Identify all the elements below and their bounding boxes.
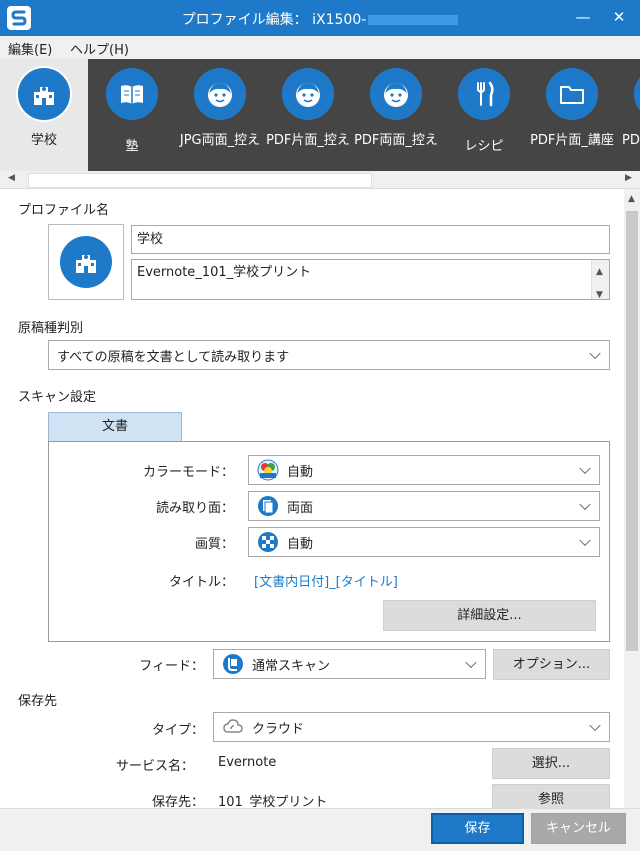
service-name-value: Evernote (218, 755, 277, 770)
profile-tile-partial[interactable]: PD (616, 59, 640, 171)
scroll-right-icon[interactable]: ▶ (625, 173, 632, 183)
face-icon (208, 83, 232, 107)
school-icon (76, 255, 96, 273)
chevron-down-icon (579, 462, 591, 475)
save-type-value: クラウド (252, 721, 305, 737)
fork-knife-icon (477, 81, 494, 107)
scroll-up-icon[interactable]: ▲ (596, 263, 603, 281)
profile-icon-picker[interactable] (48, 224, 124, 300)
profile-label: PD (622, 133, 640, 148)
type-label: タイプ： (151, 723, 204, 738)
scrollbar-thumb[interactable] (28, 173, 372, 188)
select-service-button[interactable]: 選択... (492, 748, 610, 779)
textarea-scrollbar[interactable]: ▲ ▼ (591, 260, 609, 300)
chevron-down-icon (579, 534, 591, 547)
title-format-link[interactable]: [文書内日付]_[タイトル] (254, 571, 398, 590)
feed-label: フィード： (139, 659, 204, 674)
vertical-scrollbar[interactable]: ▲ (624, 189, 640, 809)
profile-label: PDF片面_控え (266, 133, 350, 148)
document-type-value: すべての原稿を文書として読み取ります (57, 349, 290, 365)
title-label: タイトル： (168, 575, 234, 590)
tab-document[interactable]: 文書 (48, 412, 182, 441)
profile-tile-pdf-course[interactable]: PDF片面_講座 (528, 59, 616, 171)
window-title: プロファイル編集： iX1500- (181, 12, 367, 28)
scan-settings-heading: スキャン設定 (18, 390, 97, 405)
book-icon (121, 85, 143, 104)
title-bar: プロファイル編集： iX1500- — ✕ (0, 0, 640, 36)
chevron-down-icon (589, 719, 601, 732)
scroll-left-icon[interactable]: ◀ (8, 173, 15, 183)
quality-auto-icon (258, 532, 278, 552)
face-icon (296, 83, 320, 107)
document-type-dropdown[interactable]: すべての原稿を文書として読み取ります (48, 340, 610, 370)
profile-horizontal-scrollbar[interactable]: ◀ ▶ (0, 171, 640, 189)
chevron-down-icon (465, 656, 477, 669)
duplex-icon (258, 496, 278, 516)
profile-label: レシピ (464, 139, 504, 154)
profile-list: 学校 塾 JPG両面_控え PDF片面_控え PDF両面_控え レシピ PDF片… (0, 59, 640, 171)
detail-settings-button[interactable]: 詳細設定... (383, 600, 596, 631)
scan-side-value: 両面 (287, 500, 314, 516)
footer-bar: 保存 キャンセル (0, 808, 640, 851)
profile-comment-textarea[interactable]: Evernote_101_学校プリント ▲ ▼ (131, 259, 610, 300)
profile-tile-juku[interactable]: 塾 (88, 59, 176, 171)
scroll-up-icon[interactable]: ▲ (628, 194, 635, 204)
redacted-serial (368, 15, 459, 25)
feed-value: 通常スキャン (252, 658, 331, 674)
feed-icon (223, 654, 243, 674)
face-icon (384, 83, 408, 107)
cancel-button[interactable]: キャンセル (531, 813, 626, 844)
save-button[interactable]: 保存 (431, 813, 524, 844)
profile-label: 学校 (30, 133, 57, 148)
profile-label: PDF両面_控え (354, 133, 438, 148)
minimize-button[interactable]: — (572, 6, 594, 28)
menu-help[interactable]: ヘルプ(H) (70, 39, 129, 58)
chevron-down-icon (589, 347, 601, 360)
profile-tile-jpg-duplex[interactable]: JPG両面_控え (176, 59, 264, 171)
profile-name-input[interactable]: 学校 (131, 225, 610, 254)
scan-side-label: 読み取り面： (155, 501, 234, 516)
profile-tile-recipe[interactable]: レシピ (440, 59, 528, 171)
quality-dropdown[interactable]: 自動 (248, 527, 600, 557)
color-mode-value: 自動 (287, 464, 314, 480)
color-mode-label: カラーモード： (142, 465, 234, 480)
document-type-heading: 原稿種判別 (18, 321, 84, 336)
cloud-icon (223, 719, 243, 733)
scrollbar-thumb[interactable] (626, 211, 638, 651)
school-icon (34, 87, 54, 105)
menu-bar: 編集(E) ヘルプ(H) (0, 36, 640, 59)
save-to-heading: 保存先 (18, 694, 58, 709)
quality-label: 画質： (194, 537, 234, 552)
folder-icon (560, 86, 584, 104)
close-button[interactable]: ✕ (608, 6, 630, 28)
save-type-dropdown[interactable]: クラウド (213, 712, 610, 742)
profile-label: PDF片面_講座 (530, 133, 614, 148)
profile-comment-text: Evernote_101_学校プリント (137, 265, 312, 280)
color-mode-dropdown[interactable]: 自動 (248, 455, 600, 485)
profile-tile-school[interactable]: 学校 (0, 59, 88, 171)
quality-value: 自動 (287, 536, 314, 552)
profile-label: 塾 (125, 139, 139, 154)
scroll-down-icon[interactable]: ▼ (596, 286, 603, 304)
profile-name-heading: プロファイル名 (18, 203, 110, 218)
profile-tile-pdf-duplex[interactable]: PDF両面_控え (352, 59, 440, 171)
profile-label: JPG両面_控え (179, 133, 261, 148)
profile-tile-pdf-simplex[interactable]: PDF片面_控え (264, 59, 352, 171)
menu-edit[interactable]: 編集(E) (8, 39, 52, 58)
option-button[interactable]: オプション... (493, 649, 610, 680)
service-name-label: サービス名： (115, 759, 194, 774)
color-auto-icon (257, 459, 279, 481)
chevron-down-icon (579, 498, 591, 511)
scan-side-dropdown[interactable]: 両面 (248, 491, 600, 521)
feed-dropdown[interactable]: 通常スキャン (213, 649, 486, 679)
